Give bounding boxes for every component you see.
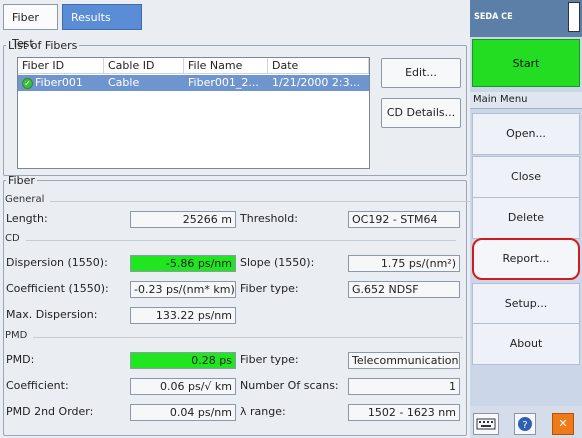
fiber-list-row[interactable]: ✓ Fiber001 Cable Fiber001_2... 1/21/2000 … (18, 75, 369, 91)
max-dispersion-label: Max. Dispersion: (6, 308, 98, 321)
pmd-2nd-order-label: PMD 2nd Order: (6, 405, 94, 418)
setup-button[interactable]: Setup... (472, 283, 580, 325)
slope-value: 1.75 ps/(nm²) (348, 255, 460, 272)
range-value: 1502 - 1623 nm (348, 404, 460, 421)
device-icon (568, 2, 580, 32)
length-value: 25266 m (130, 211, 236, 228)
pmd-label: PMD: (6, 353, 35, 366)
pmd-2nd-order-value: 0.04 ps/nm (130, 404, 236, 421)
column-file-name[interactable]: File Name (184, 58, 268, 74)
length-label: Length: (6, 212, 48, 225)
row-file-name: Fiber001_2... (188, 76, 259, 89)
pmd-value: 0.28 ps (130, 352, 236, 369)
keyboard-icon[interactable] (473, 413, 499, 435)
svg-text:?: ? (522, 420, 527, 431)
fiber-list[interactable]: Fiber ID Cable ID File Name Date ✓ Fiber0… (17, 57, 370, 169)
start-button[interactable]: Start (472, 39, 580, 87)
coefficient-value: -0.23 ps/(nm* km) (130, 281, 236, 298)
bottom-toolbar: ? ✕ (470, 406, 582, 438)
cd-fiber-type-label: Fiber type: (240, 282, 299, 295)
pmd-coefficient-value: 0.06 ps/√ km (130, 378, 236, 395)
app-title-bar: SEDA CE (470, 0, 582, 37)
help-icon[interactable]: ? (514, 413, 536, 435)
row-cable-id: Cable (108, 76, 140, 89)
check-icon: ✓ (22, 77, 33, 89)
row-fiber-id: ✓ Fiber001 (18, 75, 104, 91)
column-cable-id[interactable]: Cable ID (104, 58, 184, 74)
close-icon[interactable]: ✕ (552, 413, 574, 435)
fiber-test-panel: Fiber Test Results List of Fibers Fiber … (0, 0, 486, 438)
cd-fiber-type-value: G.652 NDSF (348, 281, 460, 298)
slope-label: Slope (1550): (240, 256, 315, 269)
list-of-fibers-legend: List of Fibers (8, 39, 78, 52)
pmd-fiber-type-label: Fiber type: (240, 353, 299, 366)
range-label: λ range: (240, 405, 286, 418)
pmd-heading: PMD (5, 330, 471, 341)
cd-heading: CD (5, 233, 447, 244)
app-title: SEDA CE (474, 12, 513, 22)
about-button[interactable]: About (472, 323, 580, 365)
edit-button[interactable]: Edit... (381, 58, 461, 88)
max-dispersion-value: 133.22 ps/nm (130, 307, 236, 324)
close-button[interactable]: Close (472, 156, 580, 198)
main-menu-heading: Main Menu (470, 92, 582, 109)
open-button[interactable]: Open... (472, 113, 580, 155)
general-heading: General (5, 194, 486, 205)
column-date[interactable]: Date (268, 58, 369, 74)
fiber-list-header: Fiber ID Cable ID File Name Date (18, 58, 369, 74)
row-fiber-id-text: Fiber001 (35, 76, 83, 89)
delete-button[interactable]: Delete (472, 197, 580, 239)
pmd-fiber-type-value: Telecommunication (348, 352, 460, 369)
tab-bar: Fiber Test Results (0, 0, 470, 50)
main-menu-sidebar: SEDA CE Start Main Menu Open... Close De… (470, 0, 582, 438)
dispersion-label: Dispersion (1550): (6, 256, 108, 269)
threshold-label: Threshold: (240, 212, 298, 225)
column-fiber-id[interactable]: Fiber ID (18, 58, 104, 74)
scans-label: Number Of scans: (240, 379, 339, 392)
row-date: 1/21/2000 2:3... (272, 76, 361, 89)
scans-value: 1 (348, 378, 460, 395)
cd-details-button[interactable]: CD Details... (381, 98, 461, 128)
tab-fiber-test[interactable]: Fiber Test (3, 4, 58, 50)
threshold-value: OC192 - STM64 (348, 211, 460, 228)
coefficient-label: Coefficient (1550): (6, 282, 109, 295)
report-button[interactable]: Report... (472, 238, 580, 280)
tab-results[interactable]: Results (62, 4, 142, 30)
dispersion-value: -5.86 ps/nm (130, 255, 236, 272)
pmd-coefficient-label: Coefficient: (6, 379, 69, 392)
fiber-legend: Fiber (8, 174, 35, 187)
